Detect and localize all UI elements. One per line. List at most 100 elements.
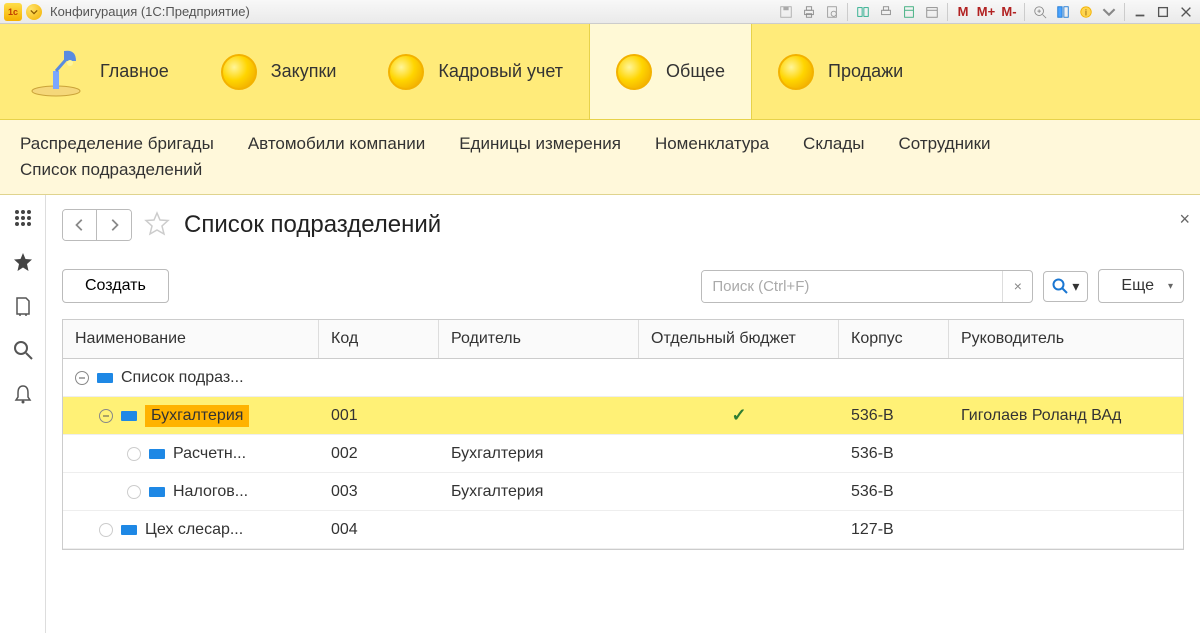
more-button[interactable]: Еще ▾ bbox=[1098, 269, 1184, 303]
cell-budget bbox=[639, 359, 839, 396]
subnav-item[interactable]: Единицы измерения bbox=[459, 134, 621, 154]
apps-grid-icon[interactable] bbox=[12, 207, 34, 229]
subnav-item[interactable]: Склады bbox=[803, 134, 864, 154]
nav-item-hr[interactable]: Кадровый учет bbox=[362, 24, 589, 119]
folder-row-icon bbox=[149, 487, 165, 497]
table-row[interactable]: Расчетн...002Бухгалтерия536-В bbox=[63, 435, 1183, 473]
checkmark-icon: ✓ bbox=[731, 405, 746, 426]
zoom-icon[interactable] bbox=[1030, 2, 1050, 22]
page-title: Список подразделений bbox=[184, 211, 441, 239]
nav-label: Закупки bbox=[271, 61, 337, 82]
tree-collapse-icon[interactable] bbox=[75, 371, 89, 385]
toolbar: Создать × ▾ Еще ▾ bbox=[62, 269, 1184, 303]
cell-code: 003 bbox=[319, 473, 439, 510]
subnav-item[interactable]: Номенклатура bbox=[655, 134, 769, 154]
cell-head bbox=[949, 473, 1183, 510]
table-row[interactable]: Цех слесар...004127-В bbox=[63, 511, 1183, 549]
cell-building: 127-В bbox=[839, 511, 949, 548]
info-dropdown-icon[interactable] bbox=[1099, 2, 1119, 22]
tree-leaf-icon bbox=[99, 523, 113, 537]
nav-forward-button[interactable] bbox=[97, 210, 131, 240]
favorites-star-icon[interactable] bbox=[12, 251, 34, 273]
nav-item-general[interactable]: Общее bbox=[589, 24, 752, 119]
cell-parent bbox=[439, 511, 639, 548]
folder-row-icon bbox=[121, 525, 137, 535]
table-row[interactable]: Бухгалтерия001✓536-ВГиголаев Роланд ВАд bbox=[63, 397, 1183, 435]
app-logo-icon: 1c bbox=[4, 3, 22, 21]
cell-name: Бухгалтерия bbox=[63, 397, 319, 434]
calendar-icon[interactable] bbox=[922, 2, 942, 22]
tree-collapse-icon[interactable] bbox=[99, 409, 113, 423]
window-minimize-button[interactable] bbox=[1130, 2, 1150, 22]
nav-item-home[interactable]: Главное bbox=[0, 24, 195, 119]
subnav-item[interactable]: Распределение бригады bbox=[20, 134, 214, 154]
app-dropdown-icon[interactable] bbox=[26, 4, 42, 20]
window-close-button[interactable] bbox=[1176, 2, 1196, 22]
cell-code bbox=[319, 359, 439, 396]
print2-icon[interactable] bbox=[876, 2, 896, 22]
th-name[interactable]: Наименование bbox=[63, 320, 319, 358]
memory-mplus-button[interactable]: M+ bbox=[976, 2, 996, 22]
info-icon[interactable]: i bbox=[1076, 2, 1096, 22]
cell-code: 002 bbox=[319, 435, 439, 472]
cell-head: Гиголаев Роланд ВАд bbox=[949, 397, 1183, 434]
th-parent[interactable]: Родитель bbox=[439, 320, 639, 358]
nav-back-button[interactable] bbox=[63, 210, 97, 240]
search-icon[interactable] bbox=[12, 339, 34, 361]
content-area: × Список подразделений Создать × ▾ Еще ▾ bbox=[46, 195, 1200, 633]
cell-parent bbox=[439, 397, 639, 434]
circle-icon bbox=[221, 54, 257, 90]
sidebar bbox=[0, 195, 46, 633]
subnav-item[interactable]: Список подразделений bbox=[20, 160, 202, 180]
th-budget[interactable]: Отдельный бюджет bbox=[639, 320, 839, 358]
chevron-down-icon: ▾ bbox=[1168, 281, 1173, 292]
window-maximize-button[interactable] bbox=[1153, 2, 1173, 22]
table-row[interactable]: Налогов... 003Бухгалтерия 536-В bbox=[63, 473, 1183, 511]
nav-item-sales[interactable]: Продажи bbox=[752, 24, 929, 119]
compare-files-icon[interactable] bbox=[853, 2, 873, 22]
folder-row-icon bbox=[97, 373, 113, 383]
panels-icon[interactable] bbox=[1053, 2, 1073, 22]
cell-building: 536-В bbox=[839, 473, 949, 510]
cell-building bbox=[839, 359, 949, 396]
titlebar: 1c Конфигурация (1С:Предприятие) M M+ M-… bbox=[0, 0, 1200, 24]
nav-label: Продажи bbox=[828, 61, 903, 82]
desk-lamp-icon bbox=[26, 47, 86, 97]
th-code[interactable]: Код bbox=[319, 320, 439, 358]
nav-item-purchases[interactable]: Закупки bbox=[195, 24, 363, 119]
search-dropdown-button[interactable]: ▾ bbox=[1043, 271, 1088, 302]
circle-icon bbox=[778, 54, 814, 90]
subnav-item[interactable]: Сотрудники bbox=[898, 134, 990, 154]
cell-building: 536-В bbox=[839, 397, 949, 434]
cell-parent: Бухгалтерия bbox=[439, 473, 639, 510]
circle-icon bbox=[616, 54, 652, 90]
create-button[interactable]: Создать bbox=[62, 269, 169, 303]
close-tab-button[interactable]: × bbox=[1179, 209, 1190, 230]
tree-leaf-icon bbox=[127, 447, 141, 461]
history-icon[interactable] bbox=[12, 295, 34, 317]
search-input[interactable] bbox=[702, 271, 1002, 302]
save-icon[interactable] bbox=[776, 2, 796, 22]
cell-head bbox=[949, 511, 1183, 548]
row-name-text: Список подраз... bbox=[121, 369, 244, 387]
favorite-star-icon[interactable] bbox=[144, 211, 172, 239]
memory-mminus-button[interactable]: M- bbox=[999, 2, 1019, 22]
notifications-bell-icon[interactable] bbox=[12, 383, 34, 405]
main-nav: Главное Закупки Кадровый учет Общее Прод… bbox=[0, 24, 1200, 120]
row-name-text: Бухгалтерия bbox=[145, 405, 249, 427]
search-clear-button[interactable]: × bbox=[1002, 271, 1032, 302]
th-head[interactable]: Руководитель bbox=[949, 320, 1183, 358]
preview-icon[interactable] bbox=[822, 2, 842, 22]
nav-arrows bbox=[62, 209, 132, 241]
memory-m-button[interactable]: M bbox=[953, 2, 973, 22]
table-row[interactable]: Список подраз... bbox=[63, 359, 1183, 397]
chevron-down-icon: ▾ bbox=[1072, 278, 1079, 295]
row-name-text: Налогов... bbox=[173, 483, 248, 501]
th-building[interactable]: Корпус bbox=[839, 320, 949, 358]
search-field-wrap: × bbox=[701, 270, 1033, 303]
subnav-item[interactable]: Автомобили компании bbox=[248, 134, 425, 154]
svg-text:i: i bbox=[1085, 7, 1087, 17]
cell-name: Расчетн... bbox=[63, 435, 319, 472]
calculator-icon[interactable] bbox=[899, 2, 919, 22]
print-icon[interactable] bbox=[799, 2, 819, 22]
